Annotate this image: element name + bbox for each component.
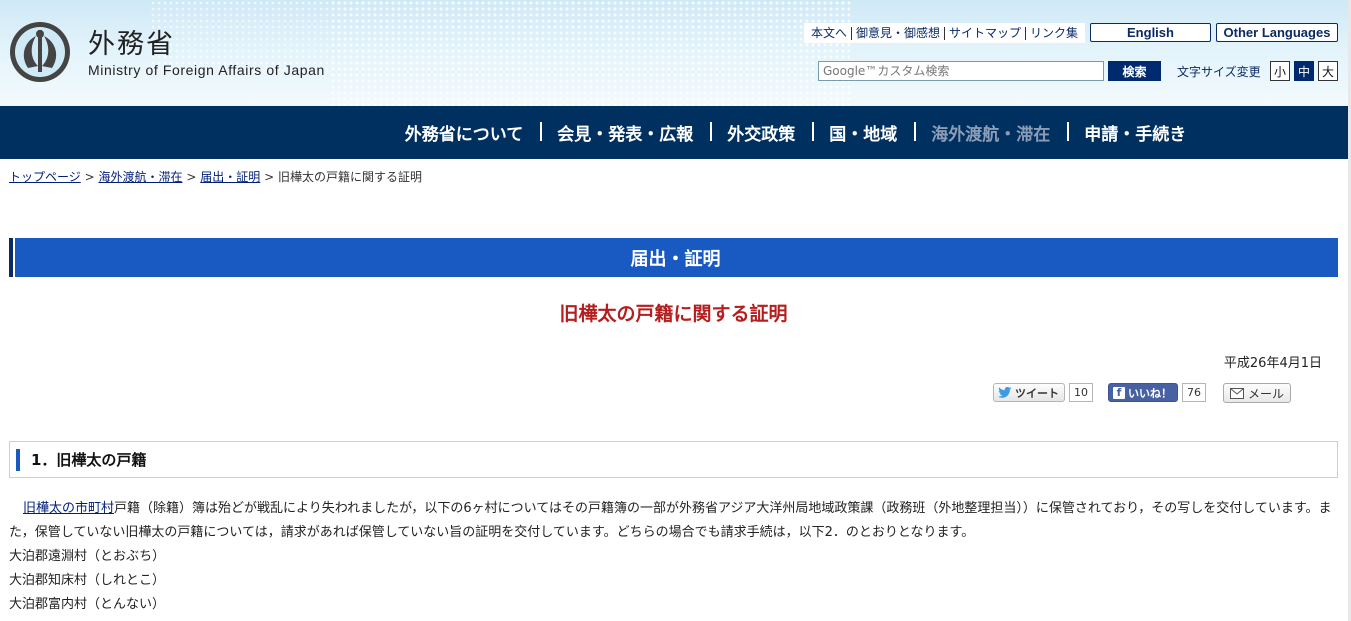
breadcrumb-separator: > xyxy=(186,170,197,184)
utility-links: 本文へ 御意見・御感想 サイトマップ リンク集 xyxy=(804,23,1086,43)
site-name-en[interactable]: Ministry of Foreign Affairs of Japan xyxy=(88,62,325,78)
util-link-skip[interactable]: 本文へ xyxy=(807,26,851,40)
facebook-like-widget: f いいね！ 76 xyxy=(1108,383,1206,402)
intro-paragraph: 旧樺太の市町村戸籍（除籍）簿は殆どが戦乱により失われましたが，以下の6ヶ村につい… xyxy=(9,497,1335,545)
nav-item-about[interactable]: 外務省について xyxy=(388,120,541,145)
search-input[interactable]: Google™カスタム検索 xyxy=(818,61,1104,81)
tweet-widget: ツイート 10 xyxy=(993,383,1093,402)
breadcrumb-link-travel[interactable]: 海外渡航・滞在 xyxy=(98,170,182,184)
intro-paragraph-text: 戸籍（除籍）簿は殆どが戦乱により失われましたが，以下の6ヶ村についてはその戸籍簿… xyxy=(9,501,1332,540)
village-item: 大泊郡富内村（とんない） xyxy=(9,597,166,612)
breadcrumb-current: 旧樺太の戸籍に関する証明 xyxy=(277,170,422,184)
font-size-label: 文字サイズ変更 xyxy=(1177,65,1261,79)
font-size-large-button[interactable]: 大 xyxy=(1318,61,1338,81)
facebook-like-button[interactable]: f いいね！ xyxy=(1108,383,1178,402)
font-size-small-button[interactable]: 小 xyxy=(1270,61,1290,81)
section-title-bar: 届出・証明 xyxy=(9,238,1338,277)
site-header: 外務省 Ministry of Foreign Affairs of Japan… xyxy=(0,0,1351,106)
other-languages-button[interactable]: Other Languages xyxy=(1216,23,1338,42)
breadcrumb-link-top[interactable]: トップページ xyxy=(9,170,81,184)
english-button[interactable]: English xyxy=(1090,23,1211,42)
mofa-logo-icon[interactable] xyxy=(8,20,72,84)
karafuto-municipalities-link[interactable]: 旧樺太の市町村 xyxy=(23,501,114,516)
util-link-feedback[interactable]: 御意見・御感想 xyxy=(851,26,944,40)
mail-share-button[interactable]: メール xyxy=(1223,383,1291,403)
nav-item-regions[interactable]: 国・地域 xyxy=(812,120,914,145)
nav-item-travel[interactable]: 海外渡航・滞在 xyxy=(914,120,1067,145)
facebook-f-icon: f xyxy=(1113,386,1125,399)
site-name-ja[interactable]: 外務省 xyxy=(88,22,175,61)
nav-item-policy[interactable]: 外交政策 xyxy=(710,120,812,145)
util-link-links[interactable]: リンク集 xyxy=(1025,26,1082,40)
twitter-bird-icon xyxy=(998,387,1012,398)
tweet-button[interactable]: ツイート xyxy=(993,383,1065,402)
village-item: 大泊郡知床村（しれとこ） xyxy=(9,573,166,588)
village-item: 大泊郡遠淵村（とおぶち） xyxy=(9,549,166,564)
publish-date: 平成26年4月1日 xyxy=(1223,356,1322,371)
breadcrumb: トップページ > 海外渡航・滞在 > 届出・証明 > 旧樺太の戸籍に関する証明 xyxy=(9,168,422,185)
mail-envelope-icon xyxy=(1229,387,1244,399)
search-button[interactable]: 検索 xyxy=(1108,61,1161,81)
tweet-label: ツイート xyxy=(1015,386,1059,400)
section-heading-1-text: 1．旧樺太の戸籍 xyxy=(31,451,147,469)
tweet-count: 10 xyxy=(1069,383,1093,402)
world-map-dots-left xyxy=(150,0,330,70)
facebook-like-count: 76 xyxy=(1182,383,1206,402)
mail-label: メール xyxy=(1247,386,1284,401)
nav-item-applications[interactable]: 申請・手続き xyxy=(1067,120,1203,145)
breadcrumb-separator: > xyxy=(84,170,95,184)
breadcrumb-link-notification[interactable]: 届出・証明 xyxy=(200,170,260,184)
world-map-dots xyxy=(330,0,850,106)
section-heading-1: 1．旧樺太の戸籍 xyxy=(9,441,1338,478)
util-link-sitemap[interactable]: サイトマップ xyxy=(944,26,1025,40)
breadcrumb-separator: > xyxy=(264,170,275,184)
global-nav: 外務省について 会見・発表・広報 外交政策 国・地域 海外渡航・滞在 申請・手続… xyxy=(0,106,1351,159)
facebook-like-label: いいね！ xyxy=(1128,386,1172,400)
page-title: 旧樺太の戸籍に関する証明 xyxy=(559,303,788,325)
nav-item-press[interactable]: 会見・発表・広報 xyxy=(540,120,710,145)
font-size-medium-button[interactable]: 中 xyxy=(1294,61,1314,81)
